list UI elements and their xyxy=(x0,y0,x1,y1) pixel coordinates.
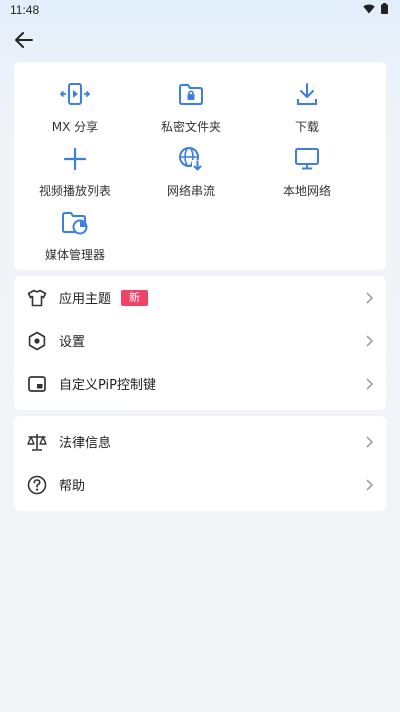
shortcut-network-stream[interactable]: 网络串流 xyxy=(131,144,251,199)
list-item-legal[interactable]: 法律信息 xyxy=(14,420,386,463)
list-item-settings[interactable]: 设置 xyxy=(14,319,386,362)
shortcut-label: 本地网络 xyxy=(282,184,331,198)
shortcut-label: 网络串流 xyxy=(166,184,215,198)
mx-share-icon xyxy=(60,80,90,110)
shortcut-label: 下载 xyxy=(294,120,319,134)
monitor-icon xyxy=(292,144,322,174)
chevron-right-icon xyxy=(366,377,374,390)
back-button[interactable] xyxy=(10,26,38,54)
list-item-app-theme[interactable]: 应用主题 新 xyxy=(14,276,386,319)
shortcut-private-folder[interactable]: 私密文件夹 xyxy=(131,80,251,135)
status-bar: 11:48 xyxy=(0,0,400,20)
shortcut-download[interactable]: 下载 xyxy=(247,80,367,135)
list-item-label: 法律信息 xyxy=(59,436,112,451)
download-icon xyxy=(292,80,322,110)
private-folder-icon xyxy=(176,80,206,110)
chevron-right-icon xyxy=(366,435,374,448)
list-item-help[interactable]: 帮助 xyxy=(14,463,386,506)
status-time: 11:48 xyxy=(10,3,40,17)
chevron-right-icon xyxy=(366,291,374,304)
shortcut-video-playlist[interactable]: 视频播放列表 xyxy=(15,144,135,199)
shortcut-media-manager[interactable]: 媒体管理器 xyxy=(15,208,135,263)
chevron-right-icon xyxy=(366,478,374,491)
list-item-label: 设置 xyxy=(59,335,86,350)
scales-icon xyxy=(26,431,48,453)
shortcuts-card: MX 分享 私密文件夹 下载 视频播放列表 网络串流 本地网络 媒体管理器 xyxy=(14,62,386,270)
plus-icon xyxy=(60,144,90,174)
globe-download-icon xyxy=(176,144,206,174)
list-item-label: 应用主题 xyxy=(59,292,112,307)
list-item-label: 自定义PiP控制键 xyxy=(59,378,157,393)
shortcut-local-network[interactable]: 本地网络 xyxy=(247,144,367,199)
wifi-icon xyxy=(363,4,375,13)
battery-icon xyxy=(381,3,388,14)
list-item-pip-controls[interactable]: 自定义PiP控制键 xyxy=(14,362,386,405)
shortcut-label: MX 分享 xyxy=(51,120,99,134)
shortcut-label: 视频播放列表 xyxy=(38,184,111,198)
shortcut-mx-share[interactable]: MX 分享 xyxy=(15,80,135,135)
pip-icon xyxy=(26,373,48,395)
settings-card: 应用主题 新 设置 自定义PiP控制键 xyxy=(14,276,386,410)
list-item-label: 帮助 xyxy=(59,479,86,494)
new-badge: 新 xyxy=(121,290,148,306)
hexagon-gear-icon xyxy=(26,330,48,352)
arrow-left-icon xyxy=(15,32,33,48)
folder-pie-icon xyxy=(60,208,90,238)
help-circle-icon xyxy=(26,474,48,496)
tshirt-icon xyxy=(26,287,48,309)
shortcut-label: 私密文件夹 xyxy=(160,120,221,134)
shortcut-label: 媒体管理器 xyxy=(44,248,105,262)
chevron-right-icon xyxy=(366,334,374,347)
info-card: 法律信息 帮助 xyxy=(14,416,386,511)
